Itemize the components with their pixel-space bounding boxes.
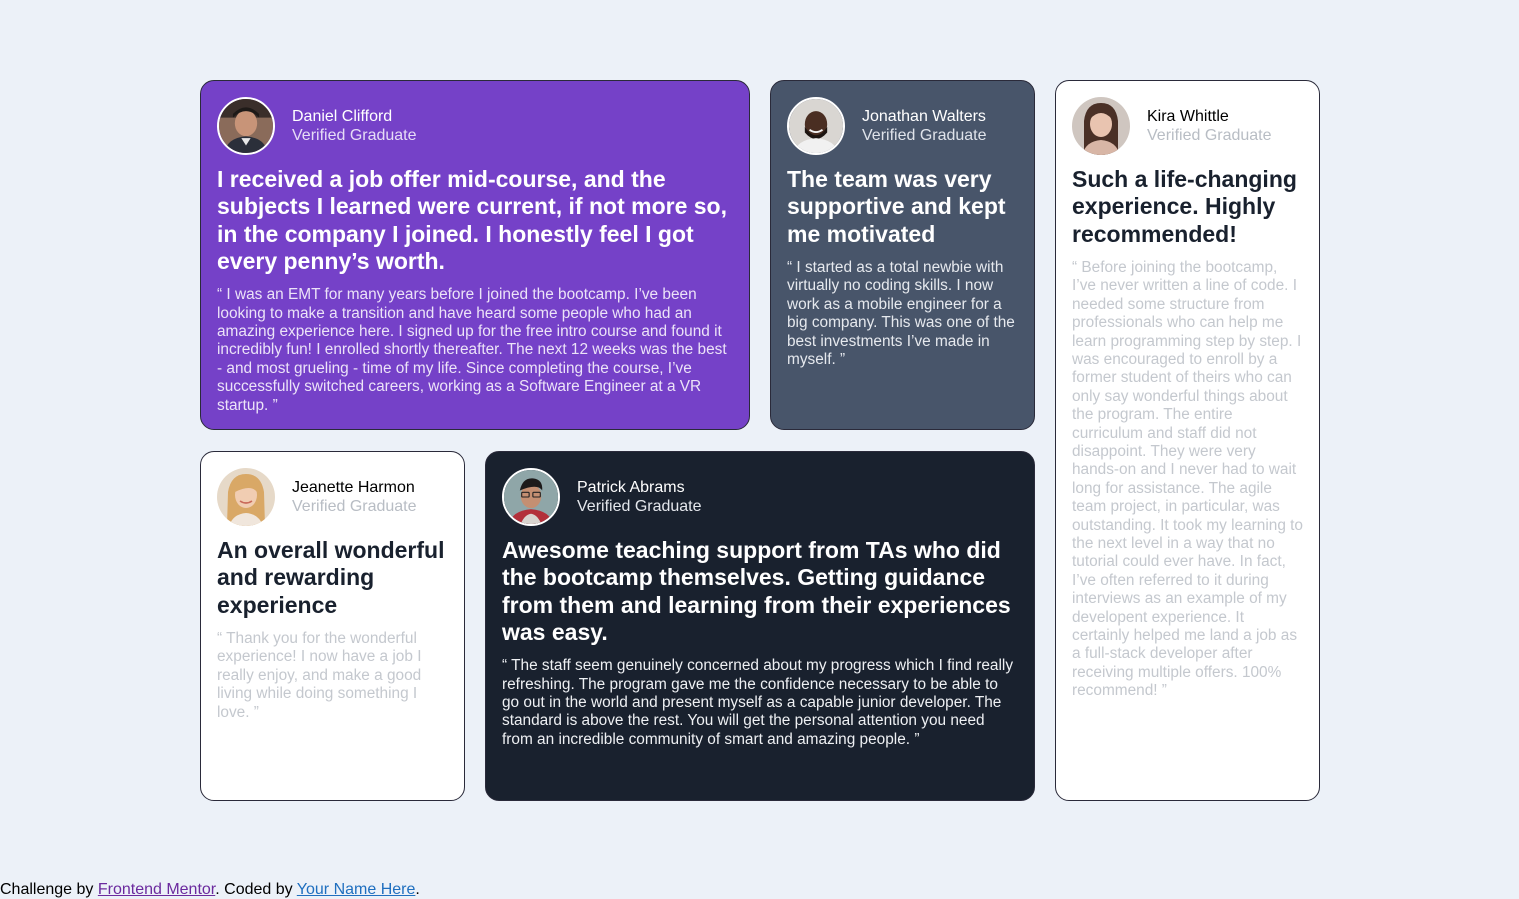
testimonial-quote: “ The staff seem genuinely concerned abo… bbox=[502, 657, 1014, 748]
author-name-link[interactable]: Your Name Here bbox=[297, 881, 416, 898]
testimonial-card-patrick: Patrick Abrams Verified Graduate Awesome… bbox=[485, 451, 1035, 801]
card-header: Patrick Abrams Verified Graduate bbox=[502, 468, 1018, 526]
testimonial-card-jonathan: Jonathan Walters Verified Graduate The t… bbox=[770, 80, 1035, 430]
testimonial-card-kira: Kira Whittle Verified Graduate Such a li… bbox=[1055, 80, 1320, 801]
avatar-jeanette-icon bbox=[217, 468, 275, 526]
testimonial-quote: “ Thank you for the wonderful experience… bbox=[217, 629, 422, 721]
avatar-patrick-icon bbox=[502, 468, 560, 526]
avatar-kira-icon bbox=[1072, 97, 1130, 155]
testimonial-card-daniel: Daniel Clifford Verified Graduate I rece… bbox=[200, 80, 750, 430]
author-info: Kira Whittle Verified Graduate bbox=[1147, 107, 1272, 145]
attribution-suffix: . bbox=[415, 881, 420, 898]
attribution-middle: . Coded by bbox=[215, 881, 297, 898]
testimonial-headline: The team was very supportive and kept me… bbox=[787, 166, 1006, 247]
author-name: Daniel Clifford bbox=[292, 108, 393, 125]
author-info: Jonathan Walters Verified Graduate bbox=[862, 107, 987, 145]
author-role: Verified Graduate bbox=[862, 127, 987, 144]
author-name: Jonathan Walters bbox=[862, 108, 986, 125]
testimonial-headline: Awesome teaching support from TAs who di… bbox=[502, 537, 1011, 645]
testimonial-quote: “ I started as a total newbie with virtu… bbox=[787, 258, 1015, 368]
frontend-mentor-link[interactable]: Frontend Mentor bbox=[98, 881, 215, 898]
author-info: Daniel Clifford Verified Graduate bbox=[292, 107, 417, 145]
author-role: Verified Graduate bbox=[292, 498, 417, 515]
testimonial-headline: I received a job offer mid-course, and t… bbox=[217, 166, 727, 274]
testimonial-card-jeanette: Jeanette Harmon Verified Graduate An ove… bbox=[200, 451, 465, 801]
testimonial-headline: Such a life-changing experience. Highly … bbox=[1072, 166, 1297, 247]
author-info: Patrick Abrams Verified Graduate bbox=[577, 478, 702, 516]
card-header: Jeanette Harmon Verified Graduate bbox=[217, 468, 448, 526]
testimonials-grid: Daniel Clifford Verified Graduate I rece… bbox=[200, 80, 1320, 801]
author-role: Verified Graduate bbox=[1147, 127, 1272, 144]
author-name: Kira Whittle bbox=[1147, 108, 1229, 125]
author-name: Patrick Abrams bbox=[577, 479, 685, 496]
author-role: Verified Graduate bbox=[292, 127, 417, 144]
author-role: Verified Graduate bbox=[577, 498, 702, 515]
testimonial-headline: An overall wonderful and rewarding exper… bbox=[217, 537, 445, 618]
attribution-prefix: Challenge by bbox=[0, 881, 98, 898]
card-header: Jonathan Walters Verified Graduate bbox=[787, 97, 1018, 155]
avatar-daniel-icon bbox=[217, 97, 275, 155]
testimonial-quote: “ I was an EMT for many years before I j… bbox=[217, 286, 727, 414]
attribution-footer: Challenge by Frontend Mentor. Coded by Y… bbox=[0, 881, 420, 899]
testimonial-quote: “ Before joining the bootcamp, I’ve neve… bbox=[1072, 258, 1303, 700]
author-name: Jeanette Harmon bbox=[292, 479, 415, 496]
card-header: Kira Whittle Verified Graduate bbox=[1072, 97, 1303, 155]
author-info: Jeanette Harmon Verified Graduate bbox=[292, 478, 417, 516]
avatar-jonathan-icon bbox=[787, 97, 845, 155]
card-header: Daniel Clifford Verified Graduate bbox=[217, 97, 733, 155]
